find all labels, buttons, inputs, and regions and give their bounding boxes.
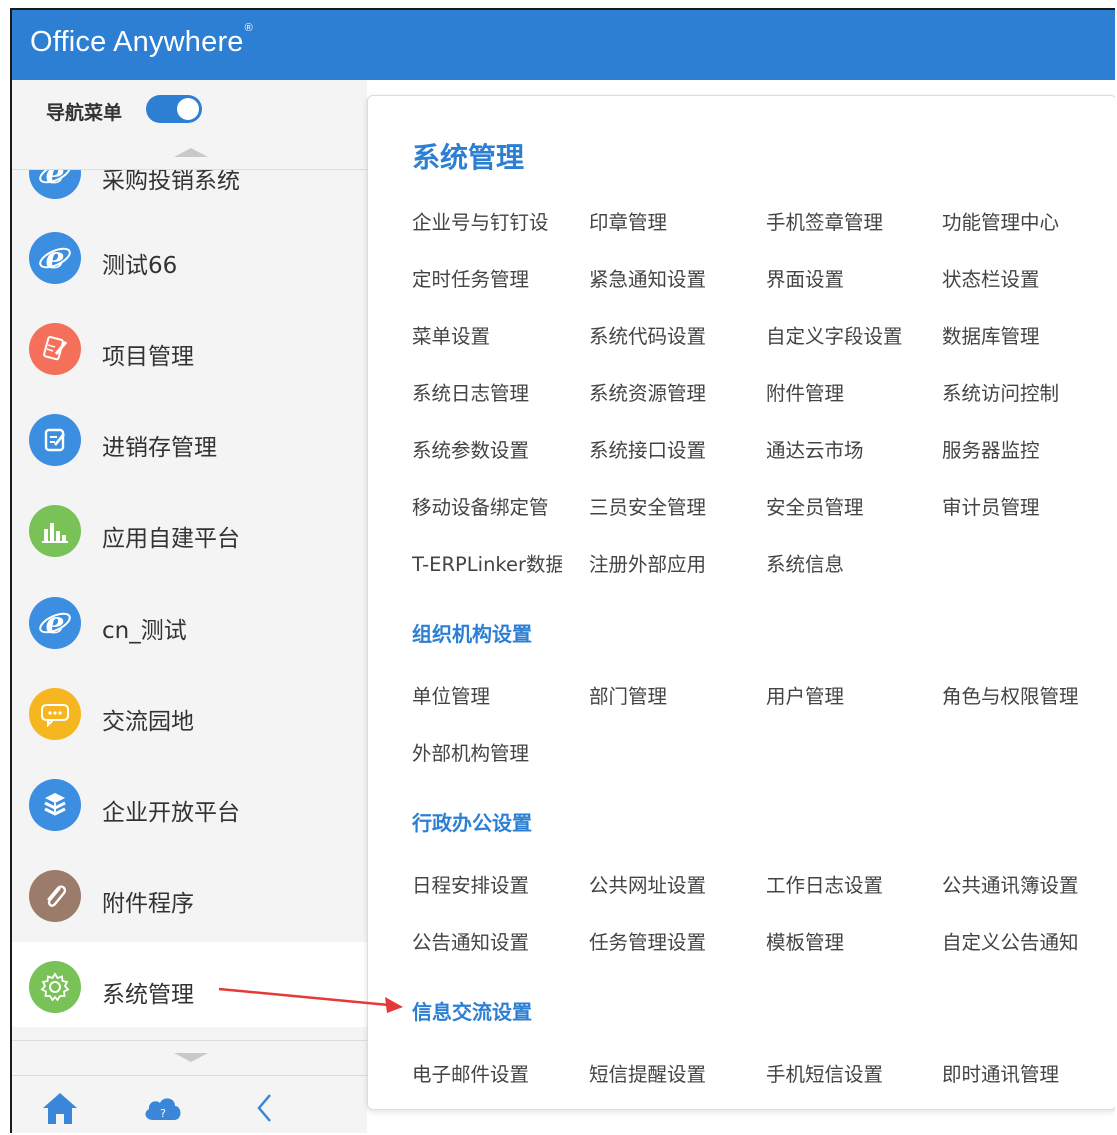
menu-link[interactable]: 审计员管理 [942,491,1107,520]
sidebar-item[interactable]: e 测试66 [12,213,367,304]
sidebar-item[interactable]: e 采购投销系统 [12,170,367,219]
menu-link[interactable]: 服务器监控 [942,434,1107,463]
svg-text:e: e [45,241,64,275]
menu-link[interactable]: 模板管理 [766,926,916,955]
submenu-panel: 系统管理企业号与钉钉设 印章管理 手机签章管理 功能管理中心定时任务管理 紧急通知设置界… [367,95,1115,1110]
sidebar-item-label: cn_测试 [102,618,187,644]
sidebar-item-label: 进销存管理 [102,435,217,461]
menu-link[interactable]: 移动设备绑定管 [412,491,562,520]
section-title[interactable]: 行政办公设置 [412,807,532,836]
menu-link[interactable]: 系统接口设置 [589,434,739,463]
scroll-down-button[interactable] [12,1040,367,1074]
sidebar-menu-list: e 采购投销系统 e 测试66 项目管理进销存管理应用自建平台 e cn_测试交流园地企业开… [12,170,367,1027]
menu-link[interactable]: 数据库管理 [942,320,1107,349]
menu-link[interactable]: 功能管理中心 [942,206,1107,235]
menu-link[interactable]: 公告通知设置 [412,926,562,955]
sidebar-bottom-bar: ? [12,1075,367,1133]
sidebar-item[interactable]: 附件程序 [12,851,367,942]
toggle-knob [177,98,199,120]
sidebar-item[interactable]: 系统管理 [12,942,367,1027]
nav-toggle-row: 导航菜单 [12,80,367,136]
sidebar-item-label: 交流园地 [102,709,194,735]
menu-link[interactable]: 外部机构管理 [412,737,562,766]
sidebar-item[interactable]: 企业开放平台 [12,760,367,851]
menu-link[interactable]: 状态栏设置 [942,263,1107,292]
sidebar-item-label: 系统管理 [102,982,194,1008]
menu-link[interactable]: 系统访问控制 [942,377,1107,406]
sidebar: 导航菜单 e 采购投销系统 e 测试66 项目管理进销存管理应用自建平台 e cn_测试交流… [12,80,367,1133]
sidebar-item-label: 项目管理 [102,344,194,370]
sidebar-item-label: 测试66 [102,253,178,279]
menu-link[interactable]: 短信提醒设置 [589,1058,739,1087]
menu-link[interactable]: 手机短信设置 [766,1058,916,1087]
sidebar-item-label: 采购投销系统 [102,170,240,194]
sidebar-item-label: 附件程序 [102,891,194,917]
chevron-up-icon [174,148,208,157]
menu-link[interactable]: 通达云市场 [766,434,916,463]
svg-text:?: ? [160,1107,166,1120]
sidebar-item-label: 应用自建平台 [102,526,240,552]
menu-link[interactable]: 安全员管理 [766,491,916,520]
menu-link[interactable]: 菜单设置 [412,320,562,349]
menu-link[interactable]: 公共通讯簿设置 [942,869,1107,898]
menu-link[interactable]: 系统日志管理 [412,377,562,406]
brand-logo[interactable]: Office Anywhere® [30,22,253,59]
menu-link[interactable]: 电子邮件设置 [412,1058,562,1087]
svg-text:e: e [45,606,64,640]
open-platform-icon [29,779,81,831]
bar-chart-icon [29,505,81,557]
ie-icon: e [29,170,81,199]
menu-link[interactable]: 注册外部应用 [589,548,739,577]
menu-link[interactable]: T-ERPLinker数据 [412,548,562,577]
menu-link[interactable]: 任务管理设置 [589,926,739,955]
menu-link[interactable]: 自定义公告通知 [942,926,1107,955]
menu-link[interactable]: 手机签章管理 [766,206,916,235]
edit-note-icon [29,414,81,466]
menu-link[interactable]: 工作日志设置 [766,869,916,898]
menu-link[interactable]: 部门管理 [589,680,739,709]
menu-link[interactable]: 界面设置 [766,263,916,292]
menu-link[interactable]: 用户管理 [766,680,916,709]
top-header: Office Anywhere® [12,10,1115,80]
home-icon[interactable] [37,1088,83,1128]
menu-link[interactable]: 自定义字段设置 [766,320,916,349]
nav-menu-toggle[interactable] [146,95,202,123]
app-window: Office Anywhere® 导航菜单 e 采购投销系统 e 测试66 项目管理进销… [10,8,1115,1133]
menu-link[interactable]: 附件管理 [766,377,916,406]
menu-link[interactable]: 系统代码设置 [589,320,739,349]
sidebar-item[interactable]: 进销存管理 [12,395,367,486]
sidebar-item[interactable]: 应用自建平台 [12,486,367,577]
chat-bubble-icon [29,688,81,740]
section-title[interactable]: 组织机构设置 [412,618,532,647]
sidebar-item[interactable]: 项目管理 [12,304,367,395]
section-title[interactable]: 系统管理 [412,136,524,176]
menu-link[interactable]: 系统参数设置 [412,434,562,463]
menu-link[interactable]: 公共网址设置 [589,869,739,898]
cloud-help-icon[interactable]: ? [140,1088,186,1128]
menu-link[interactable]: 定时任务管理 [412,263,562,292]
menu-link[interactable]: 即时通讯管理 [942,1058,1107,1087]
nav-toggle-label: 导航菜单 [46,102,123,124]
menu-link[interactable]: 角色与权限管理 [942,680,1107,709]
menu-link[interactable]: 系统信息 [766,548,916,577]
menu-link[interactable]: 单位管理 [412,680,562,709]
section-title[interactable]: 信息交流设置 [412,996,532,1025]
menu-link[interactable]: 企业号与钉钉设 [412,206,562,235]
paperclip-icon [29,870,81,922]
menu-link[interactable]: 印章管理 [589,206,739,235]
sidebar-item[interactable]: e cn_测试 [12,578,367,669]
gear-icon [29,961,81,1013]
sidebar-item-label: 企业开放平台 [102,800,240,826]
menu-link[interactable]: 三员安全管理 [589,491,739,520]
collapse-left-icon[interactable] [242,1088,288,1128]
menu-link[interactable]: 日程安排设置 [412,869,562,898]
ie-icon: e [29,232,81,284]
menu-link[interactable]: 系统资源管理 [589,377,739,406]
ie-icon: e [29,597,81,649]
document-pen-icon [29,323,81,375]
menu-link[interactable]: 紧急通知设置 [589,263,739,292]
sidebar-item[interactable]: 交流园地 [12,669,367,760]
chevron-down-icon [174,1053,208,1062]
scroll-up-button[interactable] [12,136,367,170]
